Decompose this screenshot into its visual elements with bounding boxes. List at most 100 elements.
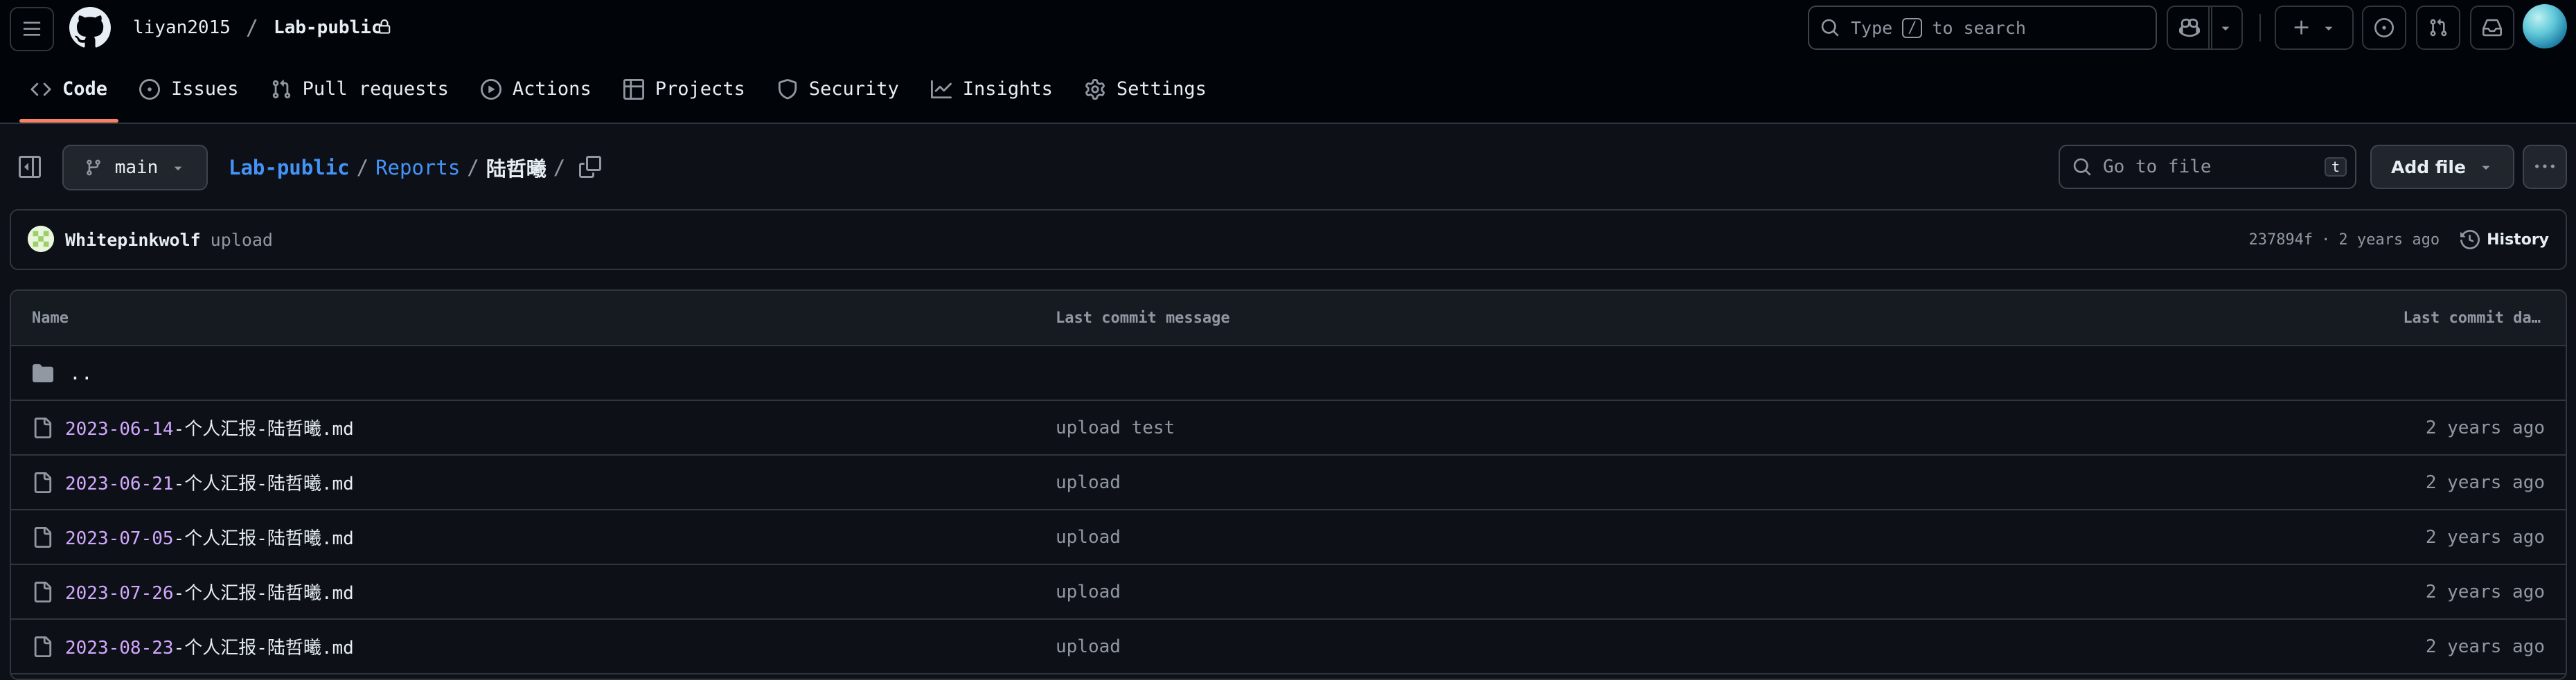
tab-label: Code (62, 78, 108, 100)
avatar[interactable] (2523, 4, 2567, 48)
inbox-button[interactable] (2470, 6, 2514, 50)
table-icon (623, 78, 644, 100)
search-suffix: to search (1932, 17, 2026, 38)
repo-nav: Code Issues Pull requests Actions Projec… (0, 55, 2576, 124)
tab-label: Projects (655, 78, 745, 100)
go-to-file-shortcut: t (2324, 157, 2347, 177)
parent-directory-row[interactable]: .. (11, 346, 2566, 401)
tab-insights[interactable]: Insights (916, 55, 1068, 123)
breadcrumb-reports-link[interactable]: Reports (375, 156, 460, 179)
plus-icon (2294, 20, 2309, 35)
pull-request-icon (272, 79, 290, 98)
commit-author[interactable]: Whitepinkwolf (65, 230, 201, 250)
play-icon (480, 78, 501, 100)
search-icon (1821, 19, 1839, 37)
commit-message[interactable]: upload (211, 230, 273, 250)
global-header: liyan2015 / Lab-public Type / to search (0, 0, 2576, 55)
tab-code[interactable]: Code (15, 55, 123, 123)
go-to-file-input[interactable]: Go to file t (2059, 145, 2356, 189)
header-divider (2259, 14, 2261, 42)
shield-icon (778, 78, 797, 99)
search-icon (2073, 158, 2091, 176)
lock-icon (378, 19, 391, 34)
commit-dot: · (2321, 231, 2331, 249)
table-row[interactable]: 2023-07-26-个人汇报-陆哲曦.md upload 2 years ag… (11, 565, 2566, 620)
tab-actions[interactable]: Actions (465, 55, 607, 123)
add-file-button[interactable]: Add file (2370, 145, 2514, 189)
copilot-icon (2179, 18, 2200, 37)
row-commit-message[interactable]: upload (1056, 510, 1121, 564)
sidebar-expand-icon[interactable] (19, 156, 41, 178)
row-commit-time: 2 years ago (2425, 636, 2545, 657)
file-name-rest: -个人汇报-陆哲曦.md (173, 419, 354, 440)
table-row[interactable]: 2023-06-14-个人汇报-陆哲曦.md upload test 2 yea… (11, 401, 2566, 456)
tab-label: Pull requests (302, 78, 449, 100)
issue-icon (139, 78, 161, 100)
history-label: History (2487, 231, 2549, 249)
tab-label: Actions (512, 78, 592, 100)
table-row[interactable]: 2023-07-05-个人汇报-陆哲曦.md upload 2 years ag… (11, 510, 2566, 565)
github-logo-icon[interactable] (69, 7, 111, 48)
breadcrumb-separator: / (553, 155, 566, 179)
tab-settings[interactable]: Settings (1069, 55, 1222, 123)
row-commit-message[interactable]: upload (1056, 565, 1121, 618)
global-search-input[interactable]: Type / to search (1808, 6, 2157, 50)
tab-issues[interactable]: Issues (124, 55, 254, 123)
author-avatar[interactable] (28, 226, 54, 252)
more-options-button[interactable] (2523, 145, 2567, 189)
column-header-message: Last commit message (1056, 309, 1230, 327)
file-name-link[interactable]: 2023-07-26-个人汇报-陆哲曦.md (65, 579, 354, 605)
commit-time: 2 years ago (2338, 231, 2440, 249)
row-commit-time: 2 years ago (2425, 581, 2545, 602)
breadcrumb-separator: / (467, 155, 479, 179)
breadcrumb-repo-link[interactable]: Lab-public (229, 156, 350, 179)
table-row[interactable]: 2023-08-23-个人汇报-陆哲曦.md upload 2 years ag… (11, 620, 2566, 674)
triangle-down-icon (2221, 26, 2230, 30)
tab-projects[interactable]: Projects (608, 55, 761, 123)
triangle-down-icon (2325, 26, 2333, 30)
pull-requests-button[interactable] (2416, 6, 2460, 50)
add-file-label: Add file (2391, 156, 2466, 177)
issues-button[interactable] (2362, 6, 2406, 50)
file-name-rest: -个人汇报-陆哲曦.md (173, 474, 354, 494)
row-commit-message[interactable]: upload (1056, 456, 1121, 509)
go-to-file-placeholder: Go to file (2103, 156, 2212, 177)
gear-icon (1085, 78, 1105, 100)
copilot-button[interactable] (2167, 6, 2212, 50)
row-commit-message[interactable]: upload test (1056, 401, 1175, 454)
menu-button[interactable] (10, 7, 54, 51)
create-new-button[interactable] (2275, 6, 2354, 50)
kebab-horizontal-icon (2535, 164, 2555, 168)
file-icon (34, 417, 52, 438)
folder-icon (33, 364, 53, 382)
tab-pull-requests[interactable]: Pull requests (256, 55, 464, 123)
repo-owner-link[interactable]: liyan2015 (133, 17, 231, 38)
tab-security[interactable]: Security (762, 55, 914, 123)
file-name-link[interactable]: 2023-07-05-个人汇报-陆哲曦.md (65, 524, 354, 550)
row-commit-message[interactable]: upload (1056, 620, 1121, 673)
table-row[interactable]: 2023-06-21-个人汇报-陆哲曦.md upload 2 years ag… (11, 456, 2566, 510)
file-name-link[interactable]: 2023-08-23-个人汇报-陆哲曦.md (65, 634, 354, 659)
tab-label: Issues (171, 78, 239, 100)
file-icon (34, 472, 52, 493)
file-name-date: 2023-08-23 (65, 638, 174, 659)
file-icon (34, 526, 52, 548)
file-name-date: 2023-06-21 (65, 474, 174, 494)
copy-icon[interactable] (579, 156, 601, 178)
repo-name-link[interactable]: Lab-public (274, 17, 382, 38)
file-name-link[interactable]: 2023-06-14-个人汇报-陆哲曦.md (65, 415, 354, 440)
file-name-rest: -个人汇报-陆哲曦.md (173, 528, 354, 549)
branch-name: main (114, 157, 159, 178)
breadcrumb-separator: / (356, 155, 369, 179)
file-icon (34, 581, 52, 602)
commit-hash[interactable]: 237894f (2248, 231, 2313, 249)
copilot-dropdown-button[interactable] (2208, 6, 2243, 50)
file-name-link[interactable]: 2023-06-21-个人汇报-陆哲曦.md (65, 469, 354, 495)
row-commit-time: 2 years ago (2425, 472, 2545, 493)
file-name-rest: -个人汇报-陆哲曦.md (173, 583, 354, 604)
parent-directory-link[interactable]: .. (69, 361, 93, 384)
graph-icon (930, 80, 952, 98)
history-button[interactable]: History (2460, 230, 2549, 249)
issue-opened-icon (2374, 18, 2394, 37)
branch-select-button[interactable]: main (62, 145, 208, 190)
